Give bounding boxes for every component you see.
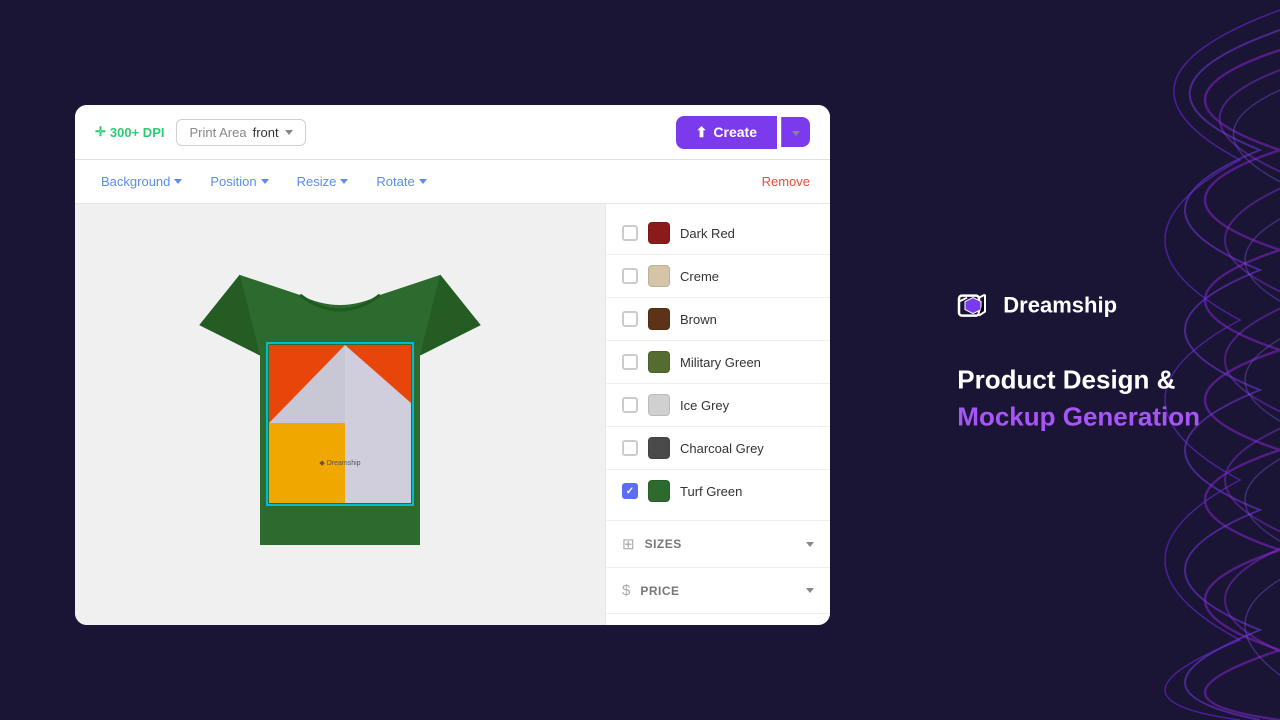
- color-name-3: Brown: [680, 312, 717, 327]
- position-label: Position: [210, 174, 256, 189]
- toolbar-right: ⬆ Create: [676, 116, 810, 149]
- background-action[interactable]: Background: [95, 170, 188, 193]
- create-chevron-icon: [792, 131, 800, 136]
- options-panel: Dark Red Creme Brown Military Green Ice Grey…: [605, 204, 830, 625]
- color-swatch-6: [648, 437, 670, 459]
- create-button[interactable]: ⬆ Create: [676, 116, 777, 149]
- dpi-badge: ✛ 300+ DPI: [95, 124, 164, 140]
- preview-panel: ◆ Dreamship: [75, 204, 605, 625]
- personalization-section[interactable]: 👤 PERSONALIZATION: [606, 613, 830, 625]
- color-checkbox-1[interactable]: [622, 225, 638, 241]
- print-area-value: front: [253, 125, 279, 140]
- color-name-7: Turf Green: [680, 484, 742, 499]
- color-name-1: Dark Red: [680, 226, 735, 241]
- color-item-2[interactable]: Creme: [606, 255, 830, 297]
- create-label: Create: [713, 124, 757, 140]
- color-swatch-1: [648, 222, 670, 244]
- color-swatch-3: [648, 308, 670, 330]
- tagline-sub: Mockup Generation: [957, 401, 1200, 432]
- main-card: ✛ 300+ DPI Print Area front ⬆ Create Bac…: [75, 105, 830, 625]
- resize-action[interactable]: Resize: [291, 170, 355, 193]
- color-checkbox-7[interactable]: [622, 483, 638, 499]
- color-checkbox-5[interactable]: [622, 397, 638, 413]
- color-checkbox-3[interactable]: [622, 311, 638, 327]
- dreamship-logo-icon: [957, 288, 993, 324]
- remove-label: Remove: [762, 174, 810, 189]
- tagline-main: Product Design &: [957, 364, 1200, 398]
- background-chevron-icon: [174, 179, 182, 184]
- rotate-action[interactable]: Rotate: [370, 170, 432, 193]
- print-area-button[interactable]: Print Area front: [176, 119, 305, 146]
- create-dropdown-button[interactable]: [781, 117, 810, 147]
- color-checkbox-6[interactable]: [622, 440, 638, 456]
- print-area-chevron: [285, 130, 293, 135]
- color-swatch-4: [648, 351, 670, 373]
- price-label: PRICE: [640, 584, 679, 598]
- upload-icon: ⬆: [696, 124, 708, 141]
- color-item-1[interactable]: Dark Red: [606, 212, 830, 254]
- tshirt-svg: ◆ Dreamship: [180, 245, 500, 585]
- color-name-4: Military Green: [680, 355, 761, 370]
- second-toolbar: Background Position Resize Rotate Remove: [75, 160, 830, 204]
- branding-panel: Dreamship Product Design & Mockup Genera…: [957, 288, 1200, 433]
- sizes-chevron-icon: [806, 542, 814, 547]
- position-chevron-icon: [261, 179, 269, 184]
- color-name-5: Ice Grey: [680, 398, 729, 413]
- svg-text:◆ Dreamship: ◆ Dreamship: [319, 460, 360, 467]
- tshirt-container: ◆ Dreamship: [180, 245, 500, 585]
- resize-chevron-icon: [340, 179, 348, 184]
- top-toolbar: ✛ 300+ DPI Print Area front ⬆ Create: [75, 105, 830, 160]
- content-area: ◆ Dreamship Dark Red Creme Brown Military G…: [75, 204, 830, 625]
- sizes-icon: ⊞: [622, 535, 635, 553]
- price-icon: $: [622, 582, 630, 599]
- color-checkbox-4[interactable]: [622, 354, 638, 370]
- print-area-label: Print Area: [189, 125, 246, 140]
- sizes-section[interactable]: ⊞ SIZES: [606, 520, 830, 567]
- color-item-6[interactable]: Charcoal Grey: [606, 427, 830, 469]
- rotate-label: Rotate: [376, 174, 414, 189]
- color-list: Dark Red Creme Brown Military Green Ice Grey…: [606, 204, 830, 520]
- color-swatch-2: [648, 265, 670, 287]
- price-chevron-icon: [806, 588, 814, 593]
- resize-label: Resize: [297, 174, 337, 189]
- toolbar-left: ✛ 300+ DPI Print Area front: [95, 119, 306, 146]
- position-action[interactable]: Position: [204, 170, 274, 193]
- color-item-4[interactable]: Military Green: [606, 341, 830, 383]
- color-swatch-5: [648, 394, 670, 416]
- price-left: $ PRICE: [622, 582, 680, 599]
- color-item-3[interactable]: Brown: [606, 298, 830, 340]
- color-swatch-7: [648, 480, 670, 502]
- color-name-6: Charcoal Grey: [680, 441, 764, 456]
- rotate-chevron-icon: [419, 179, 427, 184]
- dpi-label: 300+ DPI: [110, 125, 165, 140]
- color-checkbox-2[interactable]: [622, 268, 638, 284]
- color-name-2: Creme: [680, 269, 719, 284]
- dpi-icon: ✛: [95, 124, 106, 140]
- sizes-left: ⊞ SIZES: [622, 535, 682, 553]
- logo-text: Dreamship: [1003, 293, 1117, 319]
- color-item-5[interactable]: Ice Grey: [606, 384, 830, 426]
- color-item-7[interactable]: Turf Green: [606, 470, 830, 512]
- background-label: Background: [101, 174, 170, 189]
- dreamship-logo: Dreamship: [957, 288, 1200, 324]
- price-section[interactable]: $ PRICE: [606, 567, 830, 613]
- sizes-label: SIZES: [645, 537, 682, 551]
- remove-button[interactable]: Remove: [762, 174, 810, 189]
